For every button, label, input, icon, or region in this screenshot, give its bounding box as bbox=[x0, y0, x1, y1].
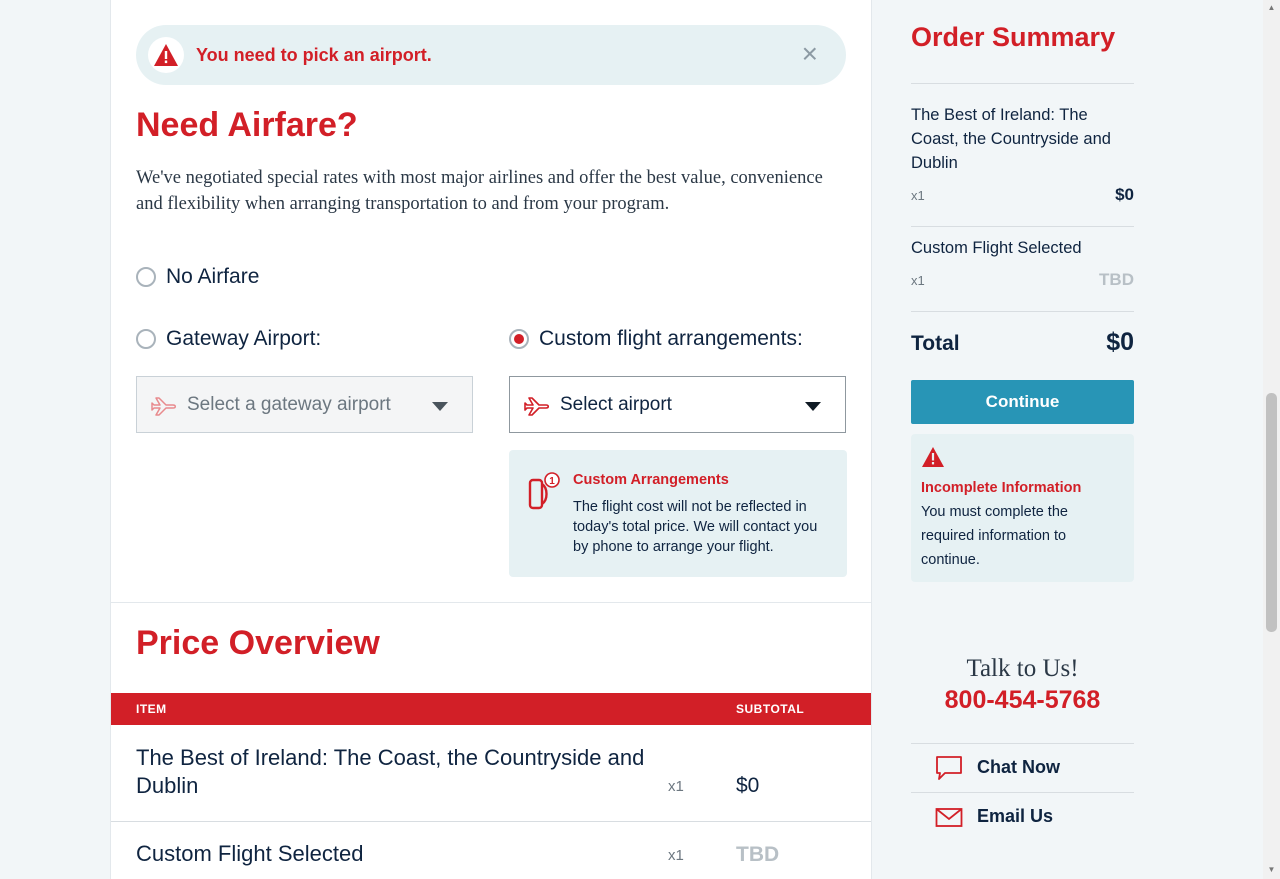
warning-icon bbox=[148, 37, 184, 73]
main-content: You need to pick an airport. × Need Airf… bbox=[110, 0, 872, 879]
price-table-header: ITEM SUBTOTAL bbox=[111, 693, 871, 725]
total-label: Total bbox=[911, 332, 960, 355]
alert-message: You need to pick an airport. bbox=[196, 44, 432, 65]
summary-item-name: The Best of Ireland: The Coast, the Coun… bbox=[911, 106, 1111, 172]
close-icon[interactable]: × bbox=[802, 40, 818, 68]
envelope-icon bbox=[935, 807, 963, 827]
summary-item-qty: x1 bbox=[911, 273, 925, 288]
divider bbox=[911, 226, 1134, 227]
column-header-item: ITEM bbox=[136, 702, 167, 716]
row-qty: x1 bbox=[668, 778, 684, 795]
chat-now-label: Chat Now bbox=[977, 757, 1060, 777]
scroll-down-icon[interactable]: ▼ bbox=[1266, 866, 1277, 874]
gateway-airport-select[interactable]: Select a gateway airport bbox=[136, 376, 473, 433]
row-subtotal: TBD bbox=[736, 843, 780, 866]
incomplete-title: Incomplete Information bbox=[921, 480, 1082, 496]
info-title: Custom Arrangements bbox=[573, 472, 729, 488]
divider bbox=[911, 83, 1134, 84]
incomplete-body: You must complete the required informati… bbox=[921, 504, 1068, 568]
column-header-subtotal: SUBTOTAL bbox=[736, 702, 805, 716]
talk-to-us-heading: Talk to Us! bbox=[966, 655, 1079, 682]
radio-gateway-airport[interactable]: Gateway Airport: bbox=[136, 327, 321, 351]
radio-label: No Airfare bbox=[166, 265, 260, 288]
row-qty: x1 bbox=[668, 847, 684, 864]
phone-callback-icon: 1 bbox=[528, 472, 560, 510]
select-placeholder: Select airport bbox=[560, 393, 672, 415]
warning-icon bbox=[922, 447, 944, 467]
chevron-down-icon bbox=[805, 402, 821, 411]
row-item-name: The Best of Ireland: The Coast, the Coun… bbox=[136, 745, 645, 798]
radio-no-airfare[interactable]: No Airfare bbox=[136, 265, 259, 289]
select-placeholder: Select a gateway airport bbox=[187, 393, 391, 415]
radio-button[interactable] bbox=[136, 329, 156, 349]
svg-text:1: 1 bbox=[549, 476, 555, 487]
scrollbar-thumb[interactable] bbox=[1266, 393, 1277, 632]
plane-icon bbox=[524, 396, 550, 416]
radio-button-selected[interactable] bbox=[509, 329, 529, 349]
chat-now-link[interactable]: Chat Now bbox=[911, 743, 1134, 792]
custom-arrangements-info: 1 Custom Arrangements The flight cost wi… bbox=[509, 450, 847, 577]
chevron-down-icon bbox=[432, 402, 448, 411]
radio-button[interactable] bbox=[136, 267, 156, 287]
email-us-link[interactable]: Email Us bbox=[911, 792, 1134, 841]
info-body: The flight cost will not be reflected in… bbox=[573, 499, 818, 555]
continue-button[interactable]: Continue bbox=[911, 380, 1134, 424]
summary-item-qty: x1 bbox=[911, 188, 925, 203]
scroll-up-icon[interactable]: ▲ bbox=[1266, 4, 1277, 12]
incomplete-info-panel: Incomplete Information You must complete… bbox=[911, 434, 1134, 582]
radio-custom-flight[interactable]: Custom flight arrangements: bbox=[509, 327, 803, 351]
table-row: Custom Flight Selected x1 TBD bbox=[111, 822, 871, 879]
row-item-name: Custom Flight Selected bbox=[136, 841, 364, 866]
email-us-label: Email Us bbox=[977, 806, 1054, 826]
error-alert: You need to pick an airport. × bbox=[136, 25, 846, 85]
plane-icon bbox=[151, 396, 176, 416]
phone-number-link[interactable]: 800-454-5768 bbox=[911, 686, 1134, 715]
airfare-heading: Need Airfare? bbox=[136, 106, 358, 144]
summary-item-name: Custom Flight Selected bbox=[911, 239, 1082, 257]
order-summary-title: Order Summary bbox=[911, 22, 1116, 52]
summary-item-price: TBD bbox=[1099, 270, 1134, 289]
chat-bubble-icon bbox=[936, 755, 962, 780]
divider bbox=[911, 311, 1134, 312]
custom-airport-select[interactable]: Select airport bbox=[509, 376, 846, 433]
table-row: The Best of Ireland: The Coast, the Coun… bbox=[111, 725, 871, 822]
total-value: $0 bbox=[1106, 328, 1134, 356]
radio-label: Gateway Airport: bbox=[166, 327, 322, 350]
airfare-intro: We've negotiated special rates with most… bbox=[136, 168, 823, 214]
row-subtotal: $0 bbox=[736, 774, 760, 797]
price-overview-heading: Price Overview bbox=[136, 624, 380, 662]
section-divider bbox=[111, 602, 871, 603]
radio-label: Custom flight arrangements: bbox=[539, 327, 803, 350]
summary-item-price: $0 bbox=[1115, 185, 1134, 204]
